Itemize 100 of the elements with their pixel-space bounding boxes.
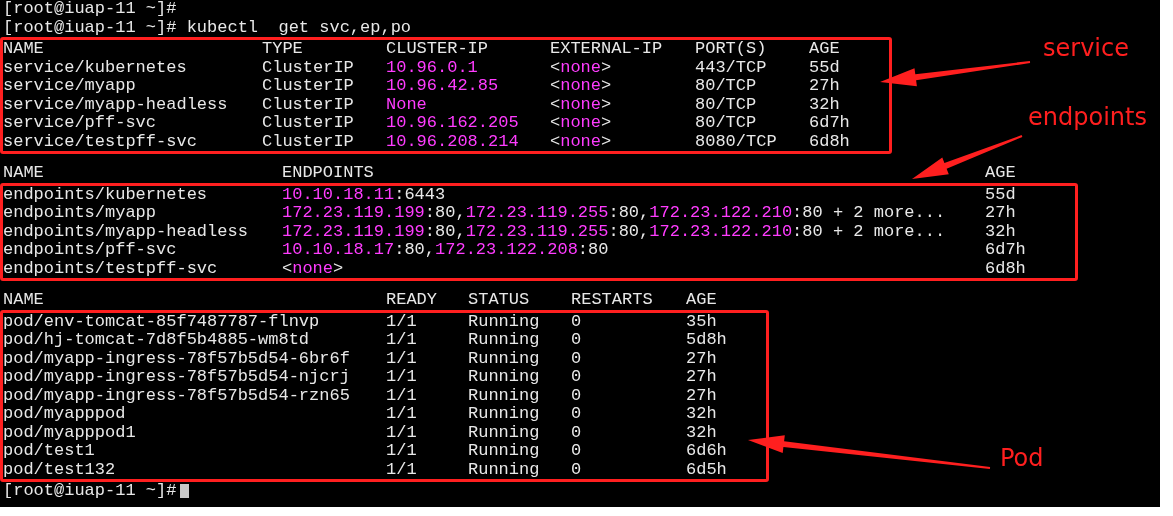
table-cell-text: 0 bbox=[571, 349, 583, 368]
table-cell-text: ClusterIP bbox=[262, 95, 355, 114]
table-cell-text: 32h bbox=[686, 423, 718, 442]
table-cell-text: 5d8h bbox=[686, 331, 728, 350]
table-cell-text: 32h bbox=[985, 222, 1017, 241]
table-cell-text: 0 bbox=[571, 405, 583, 424]
table-cell-text: 172.23.119.199:80,172.23.119.255:80,172.23.122.210:80 + 2 more... bbox=[282, 222, 947, 241]
table-cell-text: pod/hj-tomcat-7d8f5b4885-wm8td bbox=[3, 331, 311, 350]
column-header: STATUS bbox=[468, 291, 531, 310]
table-cell-text: pod/myapppod1 bbox=[3, 423, 137, 442]
table-cell-text: pod/test1 bbox=[3, 442, 96, 461]
table-cell-text: 0 bbox=[571, 368, 583, 387]
table-cell-text: Running bbox=[468, 405, 541, 424]
table-cell-text: pod/myapp-ingress-78f57b5d54-njcrj bbox=[3, 368, 351, 387]
table-cell-text: <none> bbox=[550, 114, 613, 133]
shell-prompt: [root@iuap-11 ~]# bbox=[3, 17, 177, 37]
command-text: kubectl get svc,ep,po bbox=[185, 17, 412, 37]
table-cell-text: 10.96.208.214 bbox=[386, 132, 520, 151]
table-cell-text: 10.96.42.85 bbox=[386, 77, 500, 96]
table-cell-text: endpoints/myapp-headless bbox=[3, 222, 249, 241]
annotation-label: service bbox=[1043, 34, 1129, 62]
table-cell-text: pod/test132 bbox=[3, 460, 117, 479]
table-cell-text: 35h bbox=[686, 312, 718, 331]
column-header: PORT(S) bbox=[695, 40, 768, 59]
table-cell-text: endpoints/myapp bbox=[3, 204, 158, 223]
prompt-line: [root@iuap-11 ~]# bbox=[3, 0, 178, 19]
table-cell-text: ClusterIP bbox=[262, 132, 355, 151]
table-cell-text: Running bbox=[468, 386, 541, 405]
table-cell-text: pod/myapp-ingress-78f57b5d54-rzn65 bbox=[3, 386, 351, 405]
table-cell-text: <none> bbox=[550, 77, 613, 96]
column-header: RESTARTS bbox=[571, 291, 654, 310]
column-header: CLUSTER-IP bbox=[386, 40, 490, 59]
table-cell-text: Running bbox=[468, 312, 541, 331]
table-cell-text: Running bbox=[468, 423, 541, 442]
annotation-label: Pod bbox=[1000, 444, 1044, 472]
table-cell-text: 0 bbox=[571, 331, 583, 350]
column-header: NAME bbox=[3, 291, 45, 310]
table-cell-text: 0 bbox=[571, 442, 583, 461]
table-cell-text: 1/1 bbox=[386, 442, 418, 461]
column-header: AGE bbox=[985, 164, 1017, 183]
table-cell-text: service/pff-svc bbox=[3, 114, 158, 133]
column-header: NAME bbox=[3, 164, 45, 183]
table-cell-text: 10.96.0.1 bbox=[386, 58, 479, 77]
column-header: NAME bbox=[3, 40, 45, 59]
column-header: AGE bbox=[686, 291, 718, 310]
table-cell-text: 0 bbox=[571, 423, 583, 442]
table-cell-text: 80/TCP bbox=[695, 95, 758, 114]
table-cell-text: None bbox=[386, 95, 428, 114]
table-cell-text: 6d6h bbox=[686, 442, 728, 461]
table-cell-text: Running bbox=[468, 442, 541, 461]
table-cell-text: service/testpff-svc bbox=[3, 132, 198, 151]
table-cell-text: 27h bbox=[686, 368, 718, 387]
column-header: READY bbox=[386, 291, 438, 310]
table-cell-text: 443/TCP bbox=[695, 58, 768, 77]
table-cell-text: Running bbox=[468, 331, 541, 350]
table-cell-text: 1/1 bbox=[386, 405, 418, 424]
column-header: EXTERNAL-IP bbox=[550, 40, 664, 59]
table-cell-text: 32h bbox=[809, 95, 841, 114]
table-cell-text: service/myapp bbox=[3, 77, 137, 96]
table-cell-text: 6d7h bbox=[985, 241, 1027, 260]
table-cell-text: 6d5h bbox=[686, 460, 728, 479]
table-cell-text: 8080/TCP bbox=[695, 132, 778, 151]
table-cell-text: 6d7h bbox=[809, 114, 851, 133]
table-cell-text: 1/1 bbox=[386, 460, 418, 479]
annotation-label: endpoints bbox=[1028, 103, 1147, 131]
table-cell-text: 10.10.18.17:80,172.23.122.208:80 bbox=[282, 241, 610, 260]
table-cell-text: Running bbox=[468, 349, 541, 368]
table-cell-text: ClusterIP bbox=[262, 114, 355, 133]
table-cell-text: 1/1 bbox=[386, 331, 418, 350]
table-cell-text: 27h bbox=[985, 204, 1017, 223]
table-cell-text: ClusterIP bbox=[262, 58, 355, 77]
table-cell-text: <none> bbox=[550, 58, 613, 77]
table-cell-text: Running bbox=[468, 460, 541, 479]
column-header: TYPE bbox=[262, 40, 304, 59]
table-cell-text: <none> bbox=[550, 95, 613, 114]
table-cell-text: 55d bbox=[809, 58, 841, 77]
table-cell-text: 55d bbox=[985, 185, 1017, 204]
table-cell-text: 6d8h bbox=[809, 132, 851, 151]
table-cell-text: 0 bbox=[571, 460, 583, 479]
table-cell-text: pod/env-tomcat-85f7487787-flnvp bbox=[3, 312, 321, 331]
table-cell-text: 0 bbox=[571, 312, 583, 331]
table-cell-text: 1/1 bbox=[386, 386, 418, 405]
column-header: AGE bbox=[809, 40, 841, 59]
table-cell-text: 1/1 bbox=[386, 368, 418, 387]
table-cell-text: 1/1 bbox=[386, 312, 418, 331]
table-cell-text: 27h bbox=[686, 386, 718, 405]
text-cursor bbox=[180, 483, 190, 498]
table-cell-text: 10.96.162.205 bbox=[386, 114, 520, 133]
table-cell-text: ClusterIP bbox=[262, 77, 355, 96]
table-cell-text: 1/1 bbox=[386, 349, 418, 368]
table-cell-text: 80/TCP bbox=[695, 77, 758, 96]
table-cell-text: 27h bbox=[809, 77, 841, 96]
table-cell-text: 32h bbox=[686, 405, 718, 424]
table-cell-text: 1/1 bbox=[386, 423, 418, 442]
table-cell-text: Running bbox=[468, 368, 541, 387]
shell-prompt: [root@iuap-11 ~]# bbox=[3, 481, 177, 500]
table-cell-text: endpoints/testpff-svc bbox=[3, 259, 219, 278]
table-cell-text: service/myapp-headless bbox=[3, 95, 229, 114]
table-cell-text: 6d8h bbox=[985, 259, 1027, 278]
table-cell-text: endpoints/pff-svc bbox=[3, 241, 178, 260]
